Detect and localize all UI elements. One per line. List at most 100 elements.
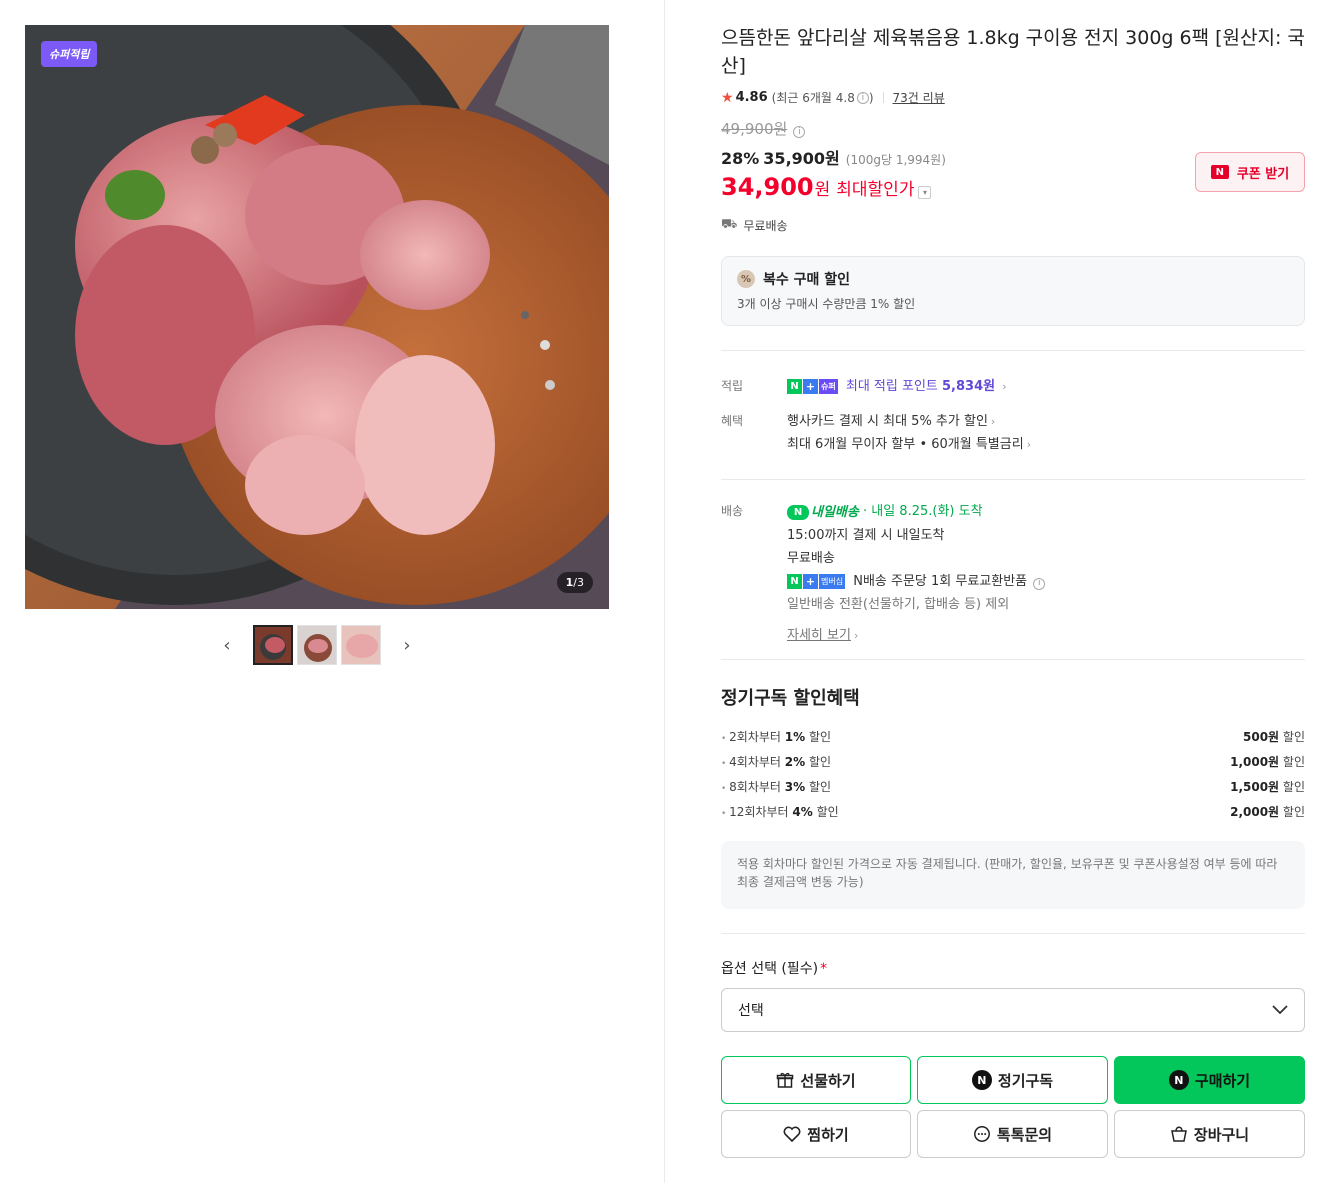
naver-plus-membership-icon: N + 멤버십 xyxy=(787,574,846,589)
talk-button[interactable]: 톡톡문의 xyxy=(917,1110,1108,1158)
rating-recent-close: ) xyxy=(868,90,874,105)
product-info-panel: 으뜸한돈 앞다리살 제육볶음용 1.8kg 구이용 전지 300g 6팩 [원산… xyxy=(721,24,1305,1158)
price-info-icon[interactable]: i xyxy=(793,126,806,138)
installment-link[interactable]: 최대 6개월 무이자 할부 • 60개월 특별금리 › xyxy=(787,433,1305,456)
max-discount-label: 최대할인가 xyxy=(836,180,915,200)
chevron-down-icon[interactable]: ▾ xyxy=(918,186,932,199)
buy-button-label: 구매하기 xyxy=(1194,1071,1251,1090)
max-price-won: 원 xyxy=(814,180,831,200)
chevron-right-icon: › xyxy=(1026,438,1032,451)
info-icon[interactable]: i xyxy=(1033,577,1046,590)
subscription-item: • 12회차부터 4% 할인 2,000원 할인 xyxy=(721,801,1305,826)
delivery-detail-link[interactable]: 자세히 보기 xyxy=(787,628,851,643)
product-gallery: 슈퍼적립 1/3 ‹ › xyxy=(25,25,609,665)
original-price: 49,900원 xyxy=(721,120,788,138)
subscription-item: • 8회차부터 3% 할인 1,500원 할인 xyxy=(721,776,1305,801)
chevron-right-icon[interactable]: › xyxy=(1002,380,1006,393)
info-icon[interactable]: i xyxy=(856,91,869,104)
main-product-image[interactable]: 슈퍼적립 1/3 xyxy=(25,25,609,609)
shipping-row: ⛟ 무료배송 xyxy=(721,217,1305,234)
required-mark: * xyxy=(820,961,828,977)
subscribe-button[interactable]: N 정기구독 xyxy=(917,1056,1108,1104)
chevron-left-icon[interactable]: ‹ xyxy=(215,633,239,657)
rating-row: ★ 4.86 (최근 6개월 4.8 i ) 73건 리뷰 xyxy=(721,89,1305,106)
cart-button-label: 장바구니 xyxy=(1193,1125,1250,1144)
chevron-right-icon: › xyxy=(990,415,996,428)
gift-button[interactable]: 선물하기 xyxy=(721,1056,911,1104)
subscription-item-amount: 1,000원 할인 xyxy=(1230,755,1305,769)
option-select[interactable]: 선택 xyxy=(721,988,1305,1032)
rating-score: 4.86 xyxy=(735,90,768,105)
product-title: 으뜸한돈 앞다리살 제육볶음용 1.8kg 구이용 전지 300g 6팩 [원산… xyxy=(721,27,1305,77)
multi-discount-desc: 3개 이상 구매시 수량만큼 1% 할인 xyxy=(737,297,916,311)
thumbnail-3[interactable] xyxy=(341,625,381,665)
delivery-label: 배송 xyxy=(721,504,744,518)
chevron-down-icon xyxy=(1272,1005,1288,1015)
naver-n-icon: N xyxy=(1210,165,1229,179)
percent-icon: % xyxy=(737,270,755,288)
cutoff-text: 15:00까지 결제 시 내일도착 xyxy=(787,528,945,543)
multi-purchase-discount-box: % 복수 구매 할인 3개 이상 구매시 수량만큼 1% 할인 xyxy=(721,256,1305,326)
subscribe-button-label: 정기구독 xyxy=(997,1071,1054,1090)
discount-price: 35,900원 xyxy=(763,149,840,168)
action-buttons: 선물하기 N 정기구독 N 구매하기 찜하기 톡톡문의 장바구니 xyxy=(721,1056,1305,1158)
cart-button[interactable]: 장바구니 xyxy=(1114,1110,1305,1158)
card-benefit-link[interactable]: 행사카드 결제 시 최대 5% 추가 할인 › xyxy=(787,410,1305,433)
gift-button-label: 선물하기 xyxy=(800,1071,856,1090)
divider xyxy=(721,933,1305,934)
coupon-button-label: 쿠폰 받기 xyxy=(1236,166,1290,182)
counter-total: /3 xyxy=(573,576,584,589)
point-label: 적립 xyxy=(721,379,744,393)
chat-bubble-icon xyxy=(973,1125,991,1143)
shopping-bag-icon xyxy=(1170,1125,1188,1143)
wish-button[interactable]: 찜하기 xyxy=(721,1110,911,1158)
benefit-label: 혜택 xyxy=(721,414,744,428)
subscription-title: 정기구독 할인혜택 xyxy=(721,688,860,709)
price-block: 49,900원 i 28% 35,900원 (100g당 1,994원) 34,… xyxy=(721,118,1305,201)
review-link[interactable]: 73건 리뷰 xyxy=(893,89,945,106)
chevron-right-icon[interactable]: › xyxy=(854,629,858,642)
coupon-button[interactable]: N 쿠폰 받기 xyxy=(1195,152,1305,192)
thumbnail-1[interactable] xyxy=(253,625,293,665)
benefit-row: 혜택 행사카드 결제 시 최대 5% 추가 할인 › 최대 6개월 무이자 할부 … xyxy=(721,410,1305,456)
divider xyxy=(721,659,1305,660)
subscription-item-amount: 500원 할인 xyxy=(1243,730,1305,744)
point-row: 적립 N + 슈퍼 최대 적립 포인트 5,834원 › xyxy=(721,375,1305,398)
naver-n-icon: N xyxy=(1168,1070,1189,1090)
divider xyxy=(721,479,1305,480)
star-icon: ★ xyxy=(721,89,734,106)
discount-rate: 28% xyxy=(721,149,760,168)
thumbnail-strip: ‹ › xyxy=(25,625,609,665)
subscription-item-condition: • 2회차부터 1% 할인 xyxy=(721,730,832,744)
free-shipping-text: 무료배송 xyxy=(787,551,835,566)
point-link[interactable]: 최대 적립 포인트 5,834원 xyxy=(846,379,995,394)
subscription-item-amount: 1,500원 할인 xyxy=(1230,780,1305,794)
shipping-text: 무료배송 xyxy=(743,219,788,233)
subscription-item-condition: • 8회차부터 3% 할인 xyxy=(721,780,832,794)
subscription-section: 정기구독 할인혜택 • 2회차부터 1% 할인 500원 할인 • 4회차부터 2%… xyxy=(721,684,1305,909)
thumbnail-2[interactable] xyxy=(297,625,337,665)
naver-n-icon: N xyxy=(971,1070,992,1090)
rating-recent: (최근 6개월 4.8 xyxy=(771,91,855,105)
exclude-text: 일반배송 전환(선물하기, 합배송 등) 제외 xyxy=(787,597,1010,612)
talk-button-label: 톡톡문의 xyxy=(996,1125,1053,1144)
option-label: 옵션 선택 (필수) xyxy=(721,961,819,977)
wish-button-label: 찜하기 xyxy=(807,1125,849,1144)
max-discount-price: 34,900 xyxy=(721,173,814,201)
subscription-list: • 2회차부터 1% 할인 500원 할인 • 4회차부터 2% 할인 1,000원 … xyxy=(721,726,1305,826)
vertical-divider xyxy=(664,0,665,1183)
heart-icon xyxy=(783,1126,801,1142)
truck-icon: ⛟ xyxy=(721,217,738,232)
exchange-text: N배송 주문당 1회 무료교환반품 xyxy=(853,574,1028,589)
buy-button[interactable]: N 구매하기 xyxy=(1114,1056,1305,1104)
naver-plus-super-icon: N + 슈퍼 xyxy=(787,379,838,394)
chevron-right-icon[interactable]: › xyxy=(395,633,419,657)
delivery-section: 배송 N 내일배송 · 내일 8.25.(화) 도착 15:00까지 결제 시 내… xyxy=(721,500,1305,647)
option-selected-value: 선택 xyxy=(738,1003,764,1019)
super-point-badge: 슈퍼적립 xyxy=(41,41,98,67)
subscription-item: • 2회차부터 1% 할인 500원 할인 xyxy=(721,726,1305,751)
subscription-item-amount: 2,000원 할인 xyxy=(1230,805,1305,819)
subscription-note: 적용 회차마다 할인된 가격으로 자동 결제됩니다. (판매가, 할인율, 보유… xyxy=(721,841,1305,909)
divider xyxy=(721,350,1305,351)
separator xyxy=(882,92,884,103)
